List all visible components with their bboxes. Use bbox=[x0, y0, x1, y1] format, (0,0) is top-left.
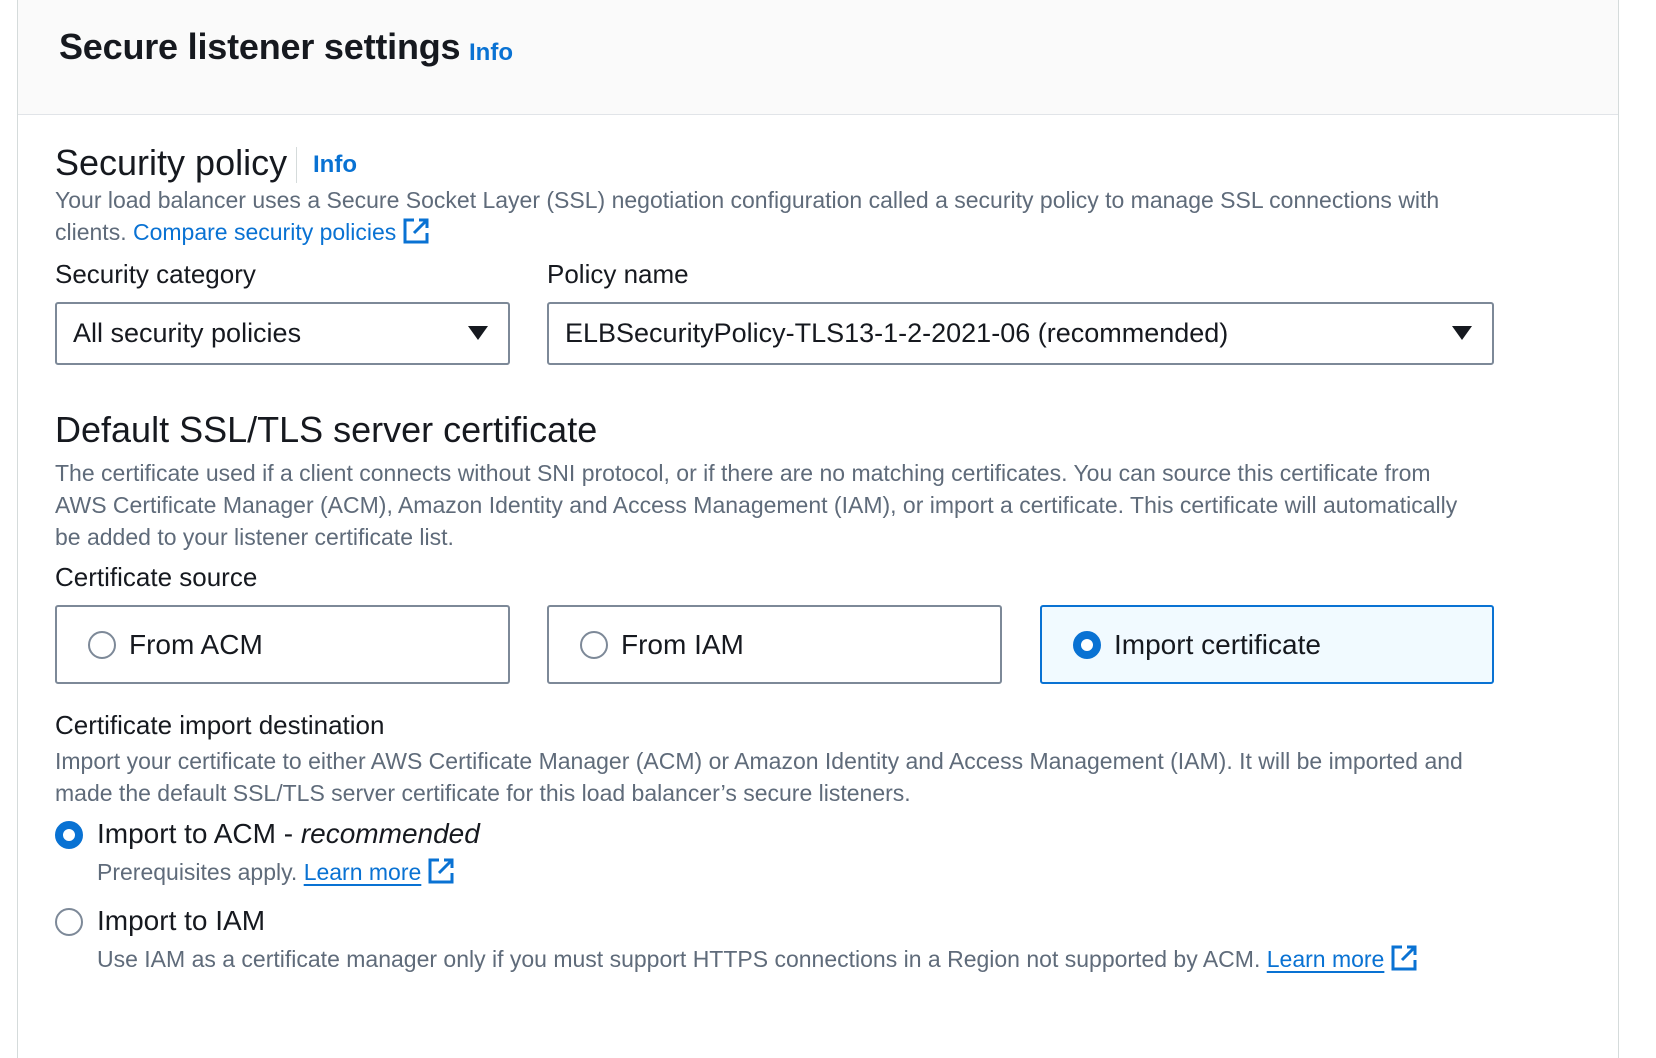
import-to-acm-label-text: Import to ACM - bbox=[97, 818, 301, 849]
import-to-acm-label[interactable]: Import to ACM - recommended bbox=[97, 818, 480, 850]
caret-down-icon bbox=[1452, 326, 1472, 340]
security-policy-title: Security policy bbox=[55, 142, 288, 183]
prerequisites-text: Prerequisites apply. bbox=[97, 859, 298, 885]
external-link-icon bbox=[403, 218, 429, 244]
external-link-icon bbox=[1391, 945, 1417, 971]
source-tile-from-acm[interactable]: From ACM bbox=[55, 605, 510, 684]
import-destination-description-line: made the default SSL/TLS server certific… bbox=[55, 780, 911, 806]
panel-title: Secure listener settings bbox=[59, 26, 461, 67]
source-tile-from-iam[interactable]: From IAM bbox=[547, 605, 1002, 684]
security-category-value: All security policies bbox=[73, 318, 302, 348]
source-tile-label: Import certificate bbox=[1114, 629, 1321, 660]
policy-name-label: Policy name bbox=[547, 259, 689, 289]
security-policy-description-clients: clients. bbox=[55, 219, 127, 245]
default-certificate-description: The certificate used if a client connect… bbox=[55, 457, 1595, 553]
import-destination-description: Import your certificate to either AWS Ce… bbox=[55, 745, 1615, 809]
external-link-icon bbox=[428, 858, 454, 884]
certificate-description-line: AWS Certificate Manager (ACM), Amazon Id… bbox=[55, 492, 1458, 518]
policy-name-select[interactable]: ELBSecurityPolicy-TLS13-1-2-2021-06 (rec… bbox=[547, 302, 1494, 365]
compare-security-policies-link[interactable]: Compare security policies bbox=[132, 218, 430, 245]
recommended-emphasis: recommended bbox=[300, 818, 480, 849]
radio-icon[interactable] bbox=[88, 631, 116, 659]
import-destination-label: Certificate import destination bbox=[55, 710, 385, 740]
source-tile-import-certificate[interactable]: Import certificate bbox=[1040, 605, 1494, 684]
import-to-iam-radio[interactable] bbox=[55, 908, 83, 936]
panel-header: Secure listener settings Info bbox=[18, 0, 1618, 115]
import-to-acm-radio[interactable] bbox=[55, 821, 83, 849]
security-policy-description: Your load balancer uses a Secure Socket … bbox=[55, 184, 1575, 248]
security-policy-info-link[interactable]: Info bbox=[313, 151, 357, 179]
security-policy-description-line1: Your load balancer uses a Secure Socket … bbox=[55, 187, 1440, 213]
learn-more-link[interactable]: Learn more bbox=[1267, 946, 1385, 972]
security-category-select[interactable]: All security policies bbox=[55, 302, 510, 365]
security-category-label: Security category bbox=[55, 259, 256, 289]
import-destination-description-line: Import your certificate to either AWS Ce… bbox=[55, 748, 1463, 774]
import-to-iam-description: Use IAM as a certificate manager only if… bbox=[97, 944, 1418, 973]
header-info-link[interactable]: Info bbox=[469, 39, 513, 67]
radio-icon[interactable] bbox=[580, 631, 608, 659]
caret-down-icon bbox=[468, 326, 488, 340]
policy-name-value: ELBSecurityPolicy-TLS13-1-2-2021-06 (rec… bbox=[565, 318, 1229, 348]
security-policy-description-line2: clients. Compare security policies bbox=[55, 216, 1575, 248]
certificate-source-label: Certificate source bbox=[55, 562, 258, 592]
source-tile-label: From ACM bbox=[129, 629, 263, 660]
certificate-description-line: be added to your listener certificate li… bbox=[55, 524, 454, 550]
title-divider bbox=[296, 147, 297, 183]
learn-more-link[interactable]: Learn more bbox=[304, 859, 422, 885]
source-tile-label: From IAM bbox=[621, 629, 744, 660]
iam-description-text: Use IAM as a certificate manager only if… bbox=[97, 946, 1261, 972]
compare-security-policies-label: Compare security policies bbox=[132, 219, 397, 245]
import-to-acm-description: Prerequisites apply. Learn more bbox=[97, 857, 455, 886]
import-to-iam-label[interactable]: Import to IAM bbox=[97, 905, 265, 937]
certificate-description-line: The certificate used if a client connect… bbox=[55, 460, 1431, 486]
radio-icon[interactable] bbox=[1073, 631, 1101, 659]
default-certificate-title: Default SSL/TLS server certificate bbox=[55, 409, 598, 450]
